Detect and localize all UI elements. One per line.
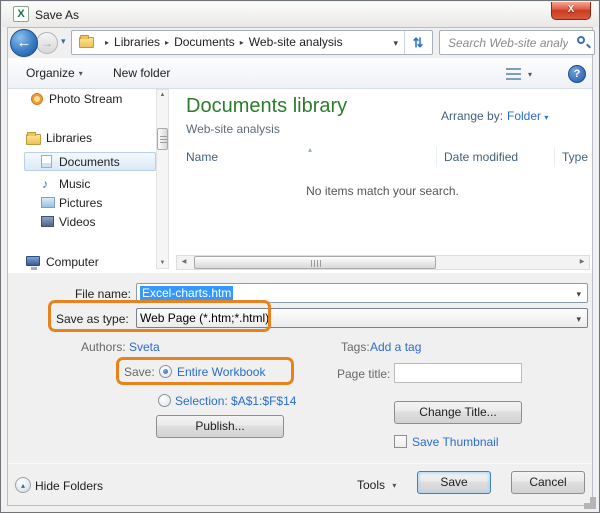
breadcrumb: ▸ Libraries ▸ Documents ▸ Web-site analysis (100, 35, 343, 49)
breadcrumb-item-documents[interactable]: Documents (174, 35, 235, 49)
sidebar-item-music[interactable]: Music (59, 177, 90, 191)
library-title: Documents library (186, 95, 347, 118)
sidebar-item-documents[interactable]: Documents (59, 155, 120, 169)
breadcrumb-item-libraries[interactable]: Libraries (114, 35, 160, 49)
back-button[interactable]: ← (10, 29, 38, 57)
save-as-type-label: Save as type: (56, 312, 129, 326)
radio-entire-workbook[interactable] (159, 365, 172, 378)
pictures-icon (41, 197, 55, 208)
new-folder-button[interactable]: New folder (113, 66, 170, 80)
refresh-button[interactable]: ⇄ (404, 31, 432, 54)
column-header-date-modified[interactable]: Date modified (444, 150, 518, 164)
scroll-left-icon[interactable]: ◀ (177, 256, 191, 269)
videos-icon (41, 216, 54, 227)
radio-selection[interactable] (158, 394, 171, 407)
computer-icon (26, 256, 40, 266)
empty-results-message: No items match your search. (173, 184, 592, 198)
save-as-type-value: Web Page (*.htm;*.html) (140, 311, 269, 325)
sort-ascending-icon: ▴ (308, 145, 312, 154)
search-input[interactable] (440, 31, 594, 54)
close-button[interactable]: X (551, 2, 591, 20)
library-subtitle: Web-site analysis (186, 122, 280, 136)
sidebar-scrollbar-thumb[interactable] (157, 128, 168, 150)
scrollbar-grip (160, 136, 167, 144)
tools-dropdown[interactable]: Tools ▾ (357, 478, 396, 492)
list-horizontal-scrollbar[interactable]: ◀ ▶ (176, 255, 590, 270)
address-dropdown-icon[interactable]: ▾ (393, 38, 398, 49)
cancel-button[interactable]: Cancel (511, 471, 585, 494)
sidebar-item-pictures[interactable]: Pictures (59, 196, 102, 210)
file-name-combobox[interactable]: Excel-charts.htm ▾ (136, 283, 588, 303)
breadcrumb-separator-icon: ▸ (105, 38, 109, 47)
authors-value-link[interactable]: Sveta (129, 340, 160, 354)
save-thumbnail-label: Save Thumbnail (412, 435, 499, 449)
tags-label: Tags: (341, 340, 370, 354)
music-icon: ♪ (42, 178, 48, 190)
scrollbar-grip (311, 260, 321, 267)
page-title-input[interactable] (394, 363, 522, 383)
column-divider[interactable] (554, 147, 555, 167)
selection-option[interactable]: Selection: $A$1:$F$14 (175, 394, 296, 408)
tags-add-link[interactable]: Add a tag (370, 340, 421, 354)
save-as-type-combobox[interactable]: Web Page (*.htm;*.html) ▾ (136, 308, 588, 328)
views-icon[interactable] (506, 68, 521, 80)
forward-button[interactable]: → (36, 32, 58, 54)
scroll-down-icon[interactable]: ▼ (157, 260, 168, 266)
save-options-label: Save: (124, 365, 155, 379)
column-divider[interactable] (436, 147, 437, 167)
organize-dropdown-icon: ▾ (79, 69, 83, 78)
tools-dropdown-icon: ▾ (392, 481, 396, 490)
chevron-down-icon[interactable]: ▾ (576, 289, 581, 300)
resize-grip[interactable] (582, 495, 590, 503)
breadcrumb-separator-icon: ▸ (240, 38, 244, 47)
breadcrumb-separator-icon: ▸ (165, 38, 169, 47)
scroll-up-icon[interactable]: ▲ (157, 92, 168, 98)
file-name-label: File name: (53, 287, 131, 301)
hide-folders-button[interactable]: ▴ (15, 477, 31, 493)
save-button[interactable]: Save (417, 471, 491, 494)
excel-icon: X (13, 6, 29, 22)
content-area: Photo Stream Libraries Documents ♪ Music… (8, 89, 592, 273)
chevron-up-icon: ▴ (21, 481, 25, 490)
scroll-right-icon[interactable]: ▶ (575, 256, 589, 269)
search-box[interactable] (439, 30, 595, 55)
photo-stream-icon (31, 93, 43, 105)
breadcrumb-item-web-site-analysis[interactable]: Web-site analysis (249, 35, 343, 49)
save-as-dialog: X Save As X ← → ▾ ▸ Libraries ▸ Documents ▸ W… (0, 0, 600, 513)
organize-button[interactable]: Organize▾ (26, 66, 83, 80)
sidebar-scrollbar[interactable]: ▲ ▼ (156, 89, 169, 269)
help-button[interactable]: ? (568, 65, 586, 83)
column-header-name[interactable]: Name (186, 150, 218, 164)
publish-button[interactable]: Publish... (156, 415, 284, 438)
dialog-title: Save As (35, 8, 79, 22)
documents-icon (41, 155, 52, 168)
refresh-icon: ⇄ (407, 37, 430, 48)
arrange-by-label: Arrange by: (441, 109, 503, 123)
list-scrollbar-thumb[interactable] (194, 256, 436, 269)
arrange-by-dropdown[interactable]: Folder ▾ (507, 109, 548, 123)
hide-folders-label[interactable]: Hide Folders (35, 479, 103, 493)
file-name-value[interactable]: Excel-charts.htm (140, 286, 233, 300)
title-bar[interactable]: X Save As X (2, 2, 598, 27)
search-icon[interactable] (577, 36, 585, 44)
sidebar-item-computer[interactable]: Computer (46, 255, 99, 269)
recent-pages-dropdown-icon[interactable]: ▾ (61, 36, 66, 47)
page-title-label: Page title: (337, 367, 390, 381)
folder-icon (79, 37, 94, 48)
sidebar-item-photo-stream[interactable]: Photo Stream (49, 92, 122, 106)
sidebar-item-libraries[interactable]: Libraries (46, 131, 92, 145)
entire-workbook-option[interactable]: Entire Workbook (177, 365, 265, 379)
address-bar[interactable]: ▸ Libraries ▸ Documents ▸ Web-site analysis ▾… (71, 30, 433, 55)
command-bar: Organize▾ New folder ▾ ? (8, 58, 592, 89)
authors-label: Authors: (81, 340, 126, 354)
sidebar-item-videos[interactable]: Videos (59, 215, 95, 229)
chevron-down-icon[interactable]: ▾ (576, 314, 581, 325)
libraries-icon (26, 134, 41, 145)
change-title-button[interactable]: Change Title... (394, 401, 522, 424)
views-dropdown-icon[interactable]: ▾ (528, 70, 532, 79)
save-thumbnail-checkbox[interactable] (394, 435, 407, 448)
arrange-dropdown-icon: ▾ (544, 113, 548, 122)
footer-divider (8, 463, 592, 464)
column-header-type[interactable]: Type (562, 150, 588, 164)
